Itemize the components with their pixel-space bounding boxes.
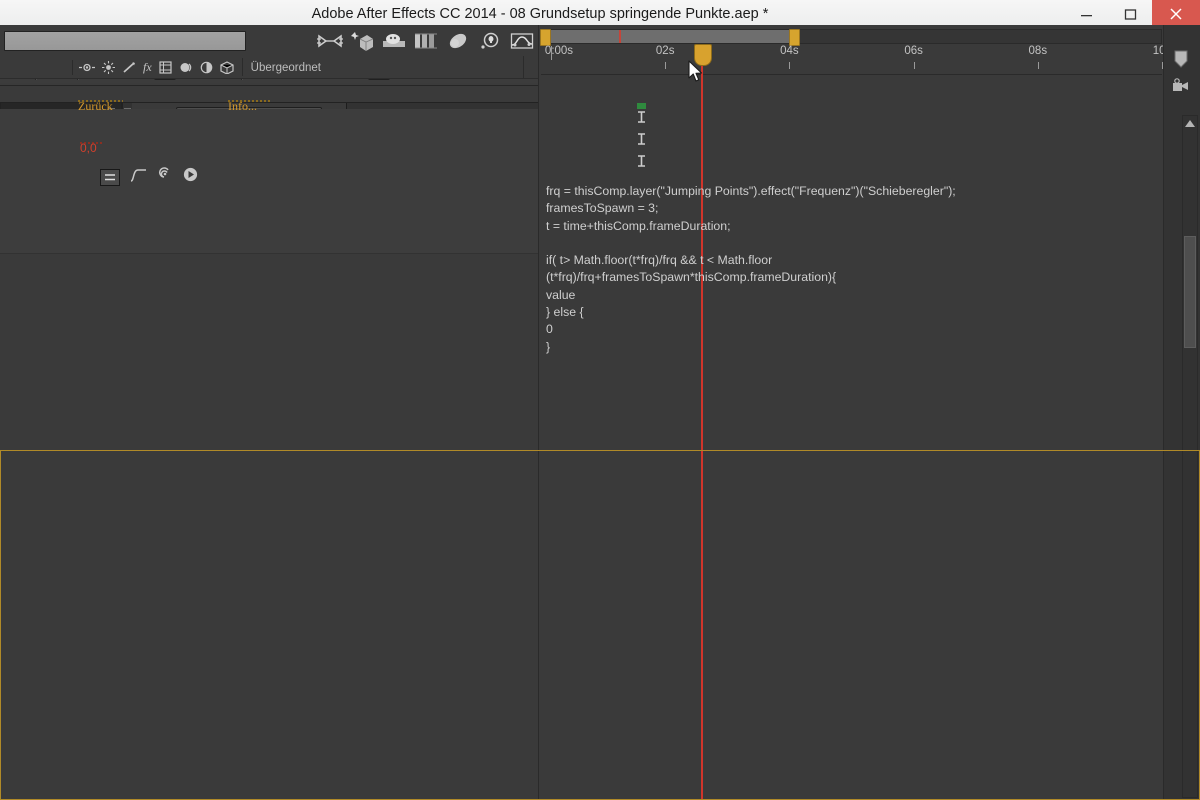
after-effects-window: Adobe After Effects CC 2014 - 08 Grundse… <box>0 0 1200 800</box>
info-link-label: Info... <box>228 99 257 113</box>
3d-renderer-icon[interactable] <box>442 28 474 54</box>
timeline-graph-area: 0:00s 02s 04s 06s 08s 10s frq = thisComp… <box>538 25 1200 800</box>
timeline-vertical-scrollbar[interactable] <box>1182 115 1198 798</box>
timeline-search-input[interactable] <box>4 30 246 51</box>
camera-marker-icon[interactable] <box>1170 77 1192 100</box>
graph-editor-icon[interactable] <box>506 28 538 54</box>
mouse-cursor <box>688 60 704 84</box>
parent-column-header: Übergeordnet <box>250 62 321 74</box>
timeline-scroll-thumb[interactable] <box>1184 236 1196 348</box>
scroll-up-arrow-icon[interactable] <box>1184 117 1196 130</box>
zurueck-label: Zurück <box>78 99 113 113</box>
ruler-label-4: 08s <box>1028 45 1048 57</box>
fx-column-header: fx <box>143 59 152 74</box>
frame-blend-switch-icon[interactable] <box>159 60 172 74</box>
layer-marker-green[interactable] <box>637 103 646 109</box>
solo-switch-icon[interactable] <box>102 60 115 74</box>
motion-blur-switch-icon[interactable] <box>179 61 193 74</box>
frame-blending-icon[interactable] <box>410 28 442 54</box>
keyframe-marker-2[interactable] <box>637 154 646 167</box>
comp-marker-red <box>619 30 622 43</box>
value-00: 0,0 <box>80 141 97 155</box>
ruler-label-0: 0:00s <box>544 45 574 57</box>
work-area-bar[interactable] <box>540 29 1162 46</box>
maximize-button[interactable] <box>1108 0 1152 28</box>
timeline-layer-stack: Zurück Info... 0,0 <box>0 99 538 800</box>
expression-graph-icon[interactable] <box>130 168 147 187</box>
3d-layer-switch-icon[interactable] <box>220 60 234 74</box>
time-ruler[interactable]: 0:00s 02s 04s 06s 08s 10s <box>541 44 1171 75</box>
keyframe-marker-1[interactable] <box>637 132 646 145</box>
motion-blur-icon[interactable] <box>378 28 410 54</box>
adjustment-layer-switch-icon[interactable] <box>200 61 213 74</box>
timeline-toolbar <box>0 25 538 57</box>
timeline-panel: mp 1 ✕ <box>0 0 1200 800</box>
expression-enable-icon[interactable] <box>100 168 120 186</box>
property-value-00[interactable]: 0,0 <box>80 141 102 155</box>
ruler-label-3: 06s <box>904 45 923 57</box>
property-link-info[interactable]: Info... <box>228 99 270 113</box>
timeline-column-headers: fx Übergeordnet <box>0 56 538 79</box>
ruler-label-2: 04s <box>780 45 799 57</box>
new-shape-layer-icon[interactable] <box>346 28 378 54</box>
toggle-switches-modes-icon[interactable] <box>314 28 346 54</box>
minimize-button[interactable] <box>1064 0 1108 28</box>
keyframe-marker-0[interactable] <box>637 110 646 123</box>
lock-switch-icon[interactable] <box>122 61 136 74</box>
property-link-zurueck[interactable]: Zurück <box>78 99 123 113</box>
close-button[interactable] <box>1152 0 1200 28</box>
video-switch-icon[interactable] <box>79 62 95 73</box>
expression-pickwhip-icon[interactable] <box>157 167 173 187</box>
graph-icon-row <box>100 167 198 187</box>
expression-language-menu-icon[interactable] <box>183 167 198 187</box>
timeline-right-rail <box>1163 25 1200 800</box>
draft-3d-icon[interactable] <box>474 28 506 54</box>
expression-code[interactable]: frq = thisComp.layer("Jumping Points").e… <box>541 183 1162 800</box>
window-title: Adobe After Effects CC 2014 - 08 Grundse… <box>311 6 769 22</box>
comp-marker-bin-icon[interactable] <box>1171 49 1191 74</box>
work-area-fill[interactable] <box>542 30 793 43</box>
ruler-label-1: 02s <box>655 45 675 57</box>
